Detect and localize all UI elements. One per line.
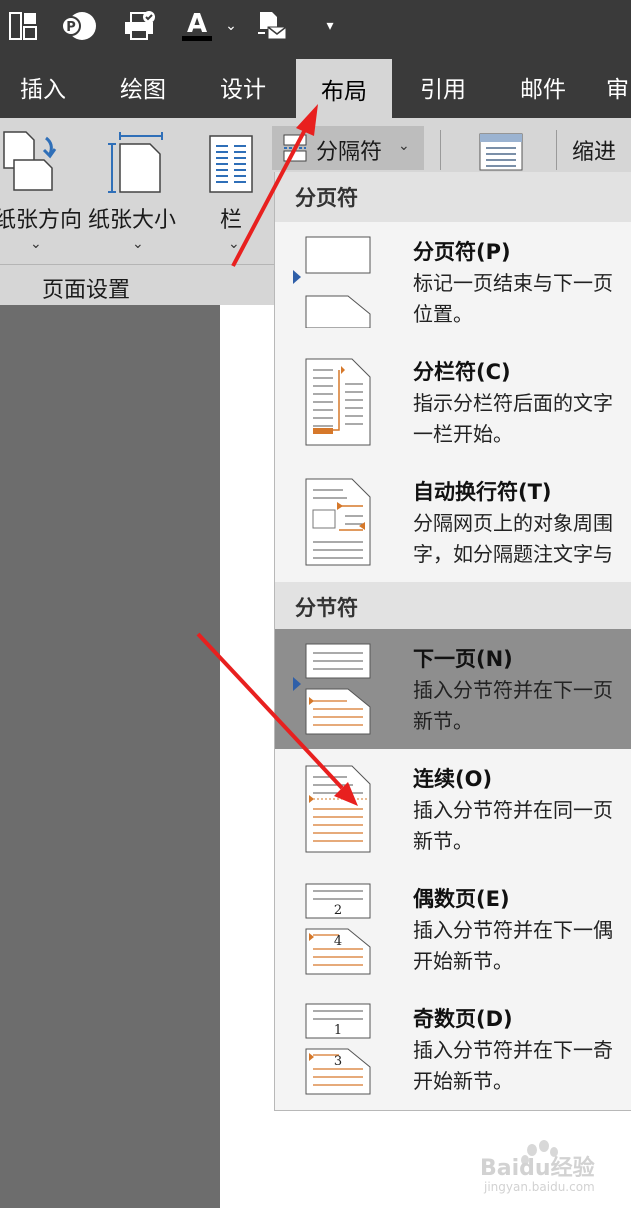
annotation-arrows	[196, 104, 358, 806]
arrow-to-continuous	[196, 632, 358, 806]
arrow-to-layout-tab	[231, 104, 318, 267]
watermark-logo: Baidu经验 jingyan.baidu.com	[470, 1140, 630, 1200]
